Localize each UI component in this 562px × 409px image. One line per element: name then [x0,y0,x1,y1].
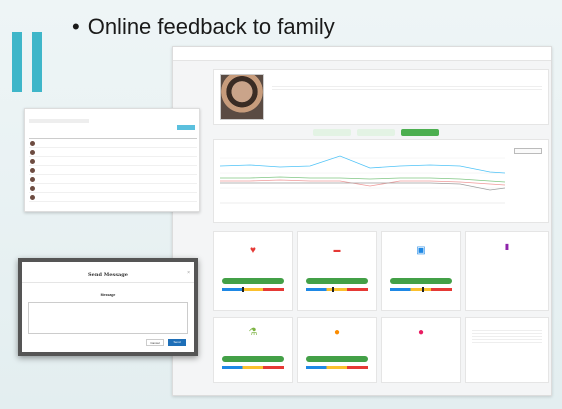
gauge-marker [332,287,334,292]
message-textarea[interactable] [28,302,188,334]
slide-title: • Online feedback to family [72,14,335,40]
dialog-title: Send Message [88,272,128,278]
dashboard-topbar [173,47,551,61]
dashboard-window: ♥ ▬ ▣ ▮ ⚗ ● ● [172,46,552,396]
vital-card[interactable]: ● [297,317,377,383]
detail-button[interactable] [222,278,284,284]
reminder-card[interactable] [465,317,549,383]
patient-table [29,133,197,202]
tab-active[interactable] [401,129,439,136]
vital-card[interactable]: ▣ [381,231,461,311]
table-row[interactable] [29,183,197,193]
gauge-marker [422,287,424,292]
vital-card[interactable]: ▬ [297,231,377,311]
patient-photo [220,74,264,120]
table-row[interactable] [29,174,197,184]
series-line [220,176,506,183]
series-line [220,155,506,174]
slide-background: • Online feedback to family ♥ ▬ ▣ ▮ ⚗ ● … [0,0,562,409]
avatar [30,176,35,182]
search-input[interactable] [29,119,89,123]
avatar [30,167,35,173]
detail-button[interactable] [222,356,284,362]
slide-title-text: Online feedback to family [87,14,335,39]
bottle-icon: ⚗ [248,327,258,338]
table-row[interactable] [29,192,197,202]
status-gauge [222,366,284,369]
series-line [220,182,506,191]
add-patient-button[interactable] [177,125,195,130]
accent-bar [32,32,42,92]
patient-list-window [24,108,200,212]
vital-card[interactable]: ▮ [465,231,549,311]
status-gauge [306,366,368,369]
detail-button[interactable] [306,278,368,284]
status-gauge [222,288,284,291]
message-label: Message [100,293,116,297]
cancel-button[interactable]: Cancel [146,339,164,346]
avatar [30,140,35,146]
send-message-dialog: Send Message × Message Cancel Send [18,258,198,356]
legend-button[interactable] [514,148,542,154]
reminder-list [472,328,542,343]
bullet: • [72,14,80,39]
vital-card[interactable]: ⚗ [213,317,293,383]
list-item[interactable] [472,340,542,343]
table-row[interactable] [29,165,197,175]
pill-icon: ▮ [504,242,510,251]
vital-card[interactable]: ♥ [213,231,293,311]
table-row[interactable] [29,138,197,148]
detail-button[interactable] [390,278,452,284]
detail-button[interactable] [306,356,368,362]
view-tabs [313,129,439,136]
dialog-body: Send Message × Message Cancel Send [22,262,194,352]
avatar [30,149,35,155]
patient-profile-card [213,69,549,125]
avatar [30,185,35,191]
gauge-marker [242,287,244,292]
monitor-icon: ▣ [416,245,426,256]
patient-field-row [272,87,542,90]
lungs-icon: ▬ [333,247,341,254]
status-gauge [390,288,452,291]
drop-icon: ● [333,327,341,338]
table-row[interactable] [29,156,197,166]
trend-chart [220,155,506,204]
status-gauge [306,288,368,291]
send-button[interactable]: Send [168,339,186,346]
vital-card[interactable]: ● [381,317,461,383]
patient-fields [272,84,542,90]
heart-icon: ♥ [250,245,256,256]
trend-chart-panel [213,139,549,223]
avatar [30,158,35,164]
avatar [30,194,35,200]
tab[interactable] [357,129,395,136]
accent-bar [12,32,22,92]
divider [22,282,194,283]
table-row[interactable] [29,147,197,157]
close-icon[interactable]: × [187,270,190,276]
drop-icon: ● [417,327,425,338]
tab[interactable] [313,129,351,136]
